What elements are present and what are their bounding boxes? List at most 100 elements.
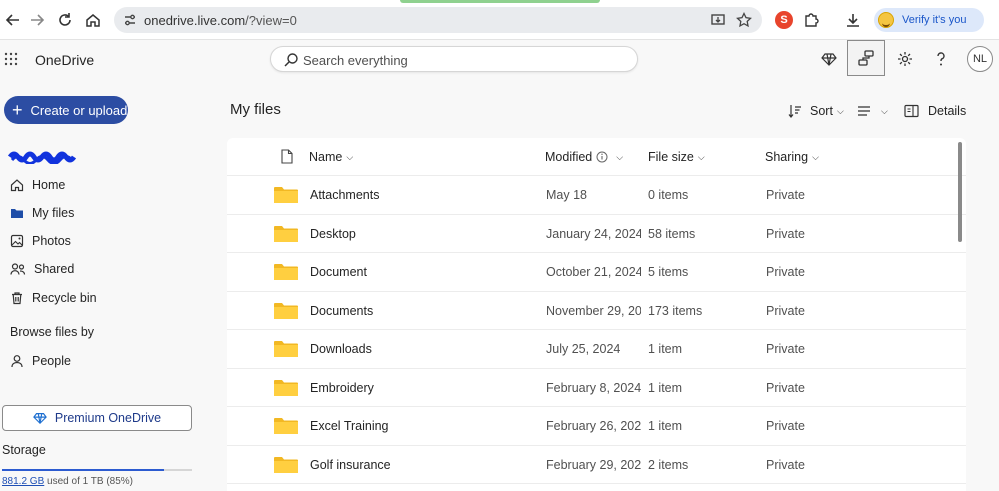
- storage-progress-bar: [2, 469, 192, 471]
- row-name[interactable]: Excel Training: [310, 419, 530, 433]
- column-header-sharing[interactable]: Sharing ⌵: [765, 150, 819, 164]
- forward-button[interactable]: [26, 9, 48, 31]
- row-name[interactable]: Golf insurance: [310, 458, 530, 472]
- diamond-icon: [821, 53, 837, 66]
- trash-icon: [12, 292, 22, 305]
- view-options-button[interactable]: ⌵: [857, 102, 888, 120]
- row-name[interactable]: Embroidery: [310, 381, 530, 395]
- bookmark-star-icon[interactable]: [736, 12, 752, 28]
- nav-people[interactable]: People: [10, 350, 71, 372]
- chevron-down-icon: ⌵: [881, 105, 888, 116]
- column-header-file-size[interactable]: File size ⌵: [648, 150, 705, 164]
- search-icon: [284, 53, 298, 67]
- row-size: 58 items: [648, 226, 696, 241]
- row-name[interactable]: Attachments: [310, 188, 530, 202]
- folder-icon: [274, 264, 298, 280]
- row-size: 1 item: [648, 342, 683, 356]
- folder-icon: [274, 225, 298, 242]
- url-text: onedrive.live.com/?view=0: [144, 13, 297, 28]
- address-bar[interactable]: onedrive.live.com/?view=0: [114, 7, 762, 33]
- site-settings-icon[interactable]: [122, 12, 138, 28]
- table-row[interactable]: Downloads July 25, 2024 1 item Private: [227, 330, 966, 369]
- arrow-right-icon: [31, 14, 45, 26]
- row-modified: May 18: [546, 188, 587, 202]
- download-icon: [847, 14, 859, 27]
- premium-onedrive-button[interactable]: Premium OneDrive: [2, 405, 192, 431]
- premium-diamond-button[interactable]: [819, 49, 839, 69]
- nav-recycle-bin[interactable]: Recycle bin: [10, 287, 97, 309]
- row-modified: October 21, 2024: [546, 265, 641, 279]
- folder-icon: [274, 187, 298, 203]
- table-row[interactable]: Excel Training February 26, 2024 1 item …: [227, 407, 966, 446]
- person-icon: [11, 355, 23, 368]
- row-sharing: Private: [766, 188, 805, 202]
- verify-label: Verify it's you: [902, 14, 967, 26]
- downloads-button[interactable]: [842, 9, 864, 31]
- column-header-modified[interactable]: Modified ⌵: [545, 150, 623, 164]
- avatar[interactable]: NL: [967, 46, 993, 72]
- column-header-name[interactable]: Name ⌵: [309, 150, 353, 164]
- row-sharing: Private: [766, 342, 805, 356]
- browser-toolbar: onedrive.live.com/?view=0 S Verify it's …: [0, 0, 999, 40]
- nav-my-files[interactable]: My files: [10, 202, 74, 224]
- extensions-button[interactable]: [800, 9, 822, 31]
- row-modified: February 29, 2024: [546, 457, 641, 472]
- row-name[interactable]: Downloads: [310, 342, 530, 356]
- help-button[interactable]: [931, 49, 951, 69]
- settings-button[interactable]: [895, 49, 915, 69]
- sort-icon: [788, 105, 801, 118]
- file-list-header: Name ⌵ Modified ⌵ File size ⌵ Sharing ⌵: [227, 138, 966, 176]
- nav-photos[interactable]: Photos: [10, 230, 71, 252]
- table-row[interactable]: Golf insurance February 29, 2024 2 items…: [227, 446, 966, 484]
- arrow-left-icon: [5, 14, 19, 26]
- table-row[interactable]: Attachments May 18 0 items Private: [227, 176, 966, 215]
- table-row[interactable]: Document October 21, 2024 5 items Privat…: [227, 253, 966, 292]
- photo-icon: [10, 234, 24, 248]
- create-or-upload-button[interactable]: + Create or upload: [4, 96, 128, 124]
- question-mark-icon: [937, 52, 945, 66]
- file-type-icon: [281, 149, 293, 164]
- row-name[interactable]: Documents: [310, 304, 530, 318]
- search-input[interactable]: [303, 51, 623, 69]
- table-row[interactable]: Documents November 29, 2014 173 items Pr…: [227, 292, 966, 330]
- details-button[interactable]: Details: [904, 102, 966, 120]
- storage-progress-fill: [2, 469, 164, 471]
- sort-button[interactable]: Sort ⌵: [788, 102, 844, 120]
- nav-shared[interactable]: Shared: [10, 258, 74, 280]
- redacted-account-scribble: [8, 151, 77, 164]
- back-button[interactable]: [2, 9, 24, 31]
- house-icon: [86, 14, 100, 27]
- row-name[interactable]: Document: [310, 265, 530, 279]
- list-view-icon: [858, 106, 870, 116]
- storage-used-link[interactable]: 881.2 GB: [2, 476, 44, 487]
- table-row[interactable]: Embroidery February 8, 2024 1 item Priva…: [227, 369, 966, 407]
- app-launcher-icon[interactable]: [4, 52, 18, 66]
- app-header: OneDrive NL: [0, 40, 999, 78]
- row-name[interactable]: Desktop: [310, 227, 530, 241]
- plus-icon: +: [12, 100, 23, 120]
- reload-button[interactable]: [54, 9, 76, 31]
- profile-face-icon: [878, 12, 894, 28]
- home-button[interactable]: [82, 9, 104, 31]
- verify-button[interactable]: Verify it's you: [874, 8, 984, 32]
- app-brand[interactable]: OneDrive: [35, 52, 94, 68]
- storage-usage-text: 881.2 GB used of 1 TB (85%): [2, 476, 134, 487]
- nav-home[interactable]: Home: [10, 174, 65, 196]
- chevron-down-icon: ⌵: [697, 151, 705, 162]
- install-app-icon[interactable]: [710, 12, 726, 28]
- row-modified: February 8, 2024: [546, 380, 641, 395]
- people-icon: [10, 263, 26, 275]
- table-row[interactable]: Desktop January 24, 2024 58 items Privat…: [227, 215, 966, 253]
- row-size: 1 item: [648, 419, 683, 433]
- chevron-down-icon: ⌵: [836, 105, 844, 116]
- extension-icon[interactable]: S: [775, 11, 793, 29]
- folder-icon: [274, 379, 298, 396]
- details-pane-icon: [904, 104, 919, 118]
- storage-title: Storage: [2, 443, 46, 457]
- search-box[interactable]: [270, 46, 638, 72]
- row-sharing: Private: [766, 226, 805, 241]
- file-list-scrollbar[interactable]: [958, 142, 962, 242]
- browse-files-title: Browse files by: [10, 325, 95, 339]
- folder-icon: [274, 456, 298, 473]
- activity-button[interactable]: [847, 40, 885, 76]
